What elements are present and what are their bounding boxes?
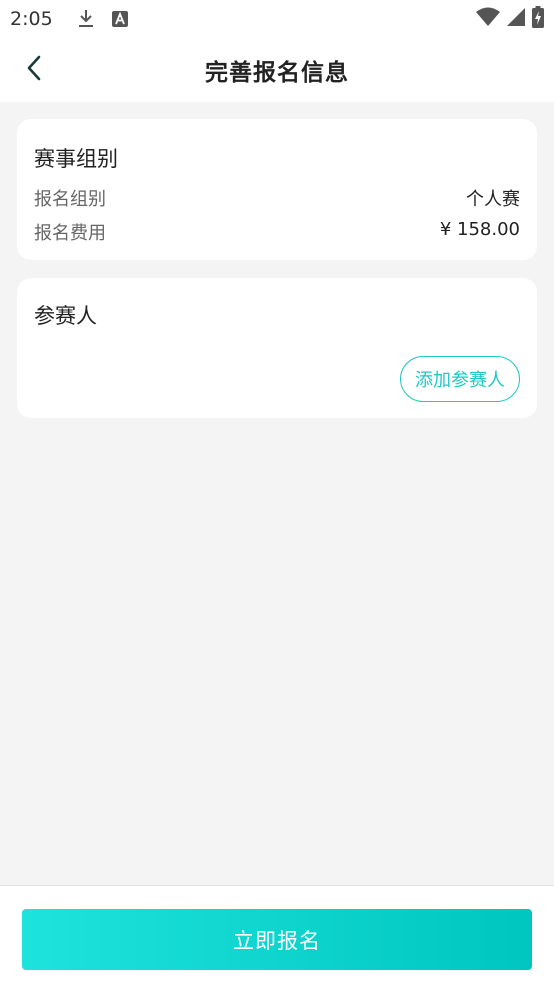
chevron-left-icon — [25, 55, 43, 85]
font-icon — [109, 8, 131, 30]
battery-charging-icon — [532, 6, 544, 32]
group-value: 个人赛 — [466, 189, 520, 210]
info-row-group: 报名组别 个人赛 — [34, 185, 520, 211]
back-button[interactable] — [14, 50, 54, 90]
signal-icon — [506, 7, 526, 31]
register-now-button[interactable]: 立即报名 — [22, 909, 532, 970]
fee-value: ¥ 158.00 — [439, 219, 520, 240]
bottom-bar: 立即报名 — [0, 885, 554, 984]
page-title: 完善报名信息 — [205, 60, 349, 86]
event-group-card: 赛事组别 报名组别 个人赛 报名费用 ¥ 158.00 — [17, 119, 537, 260]
wifi-icon — [476, 7, 500, 31]
download-icon — [75, 8, 97, 30]
participants-card: 参赛人 添加参赛人 — [17, 278, 537, 418]
add-participant-button[interactable]: 添加参赛人 — [400, 356, 520, 402]
group-label: 报名组别 — [34, 189, 106, 210]
screen: 2:05 完善报名信息 赛事组别 报名组别 个人赛 报名费用 ¥ 158.00 … — [0, 0, 554, 984]
fee-label: 报名费用 — [34, 223, 106, 244]
status-time: 2:05 — [10, 8, 53, 30]
status-bar: 2:05 — [0, 0, 554, 38]
app-header: 完善报名信息 — [0, 38, 554, 102]
participants-title: 参赛人 — [34, 304, 97, 328]
status-icons-right — [476, 6, 544, 32]
info-row-fee: 报名费用 ¥ 158.00 — [34, 219, 520, 245]
event-group-title: 赛事组别 — [34, 147, 118, 171]
